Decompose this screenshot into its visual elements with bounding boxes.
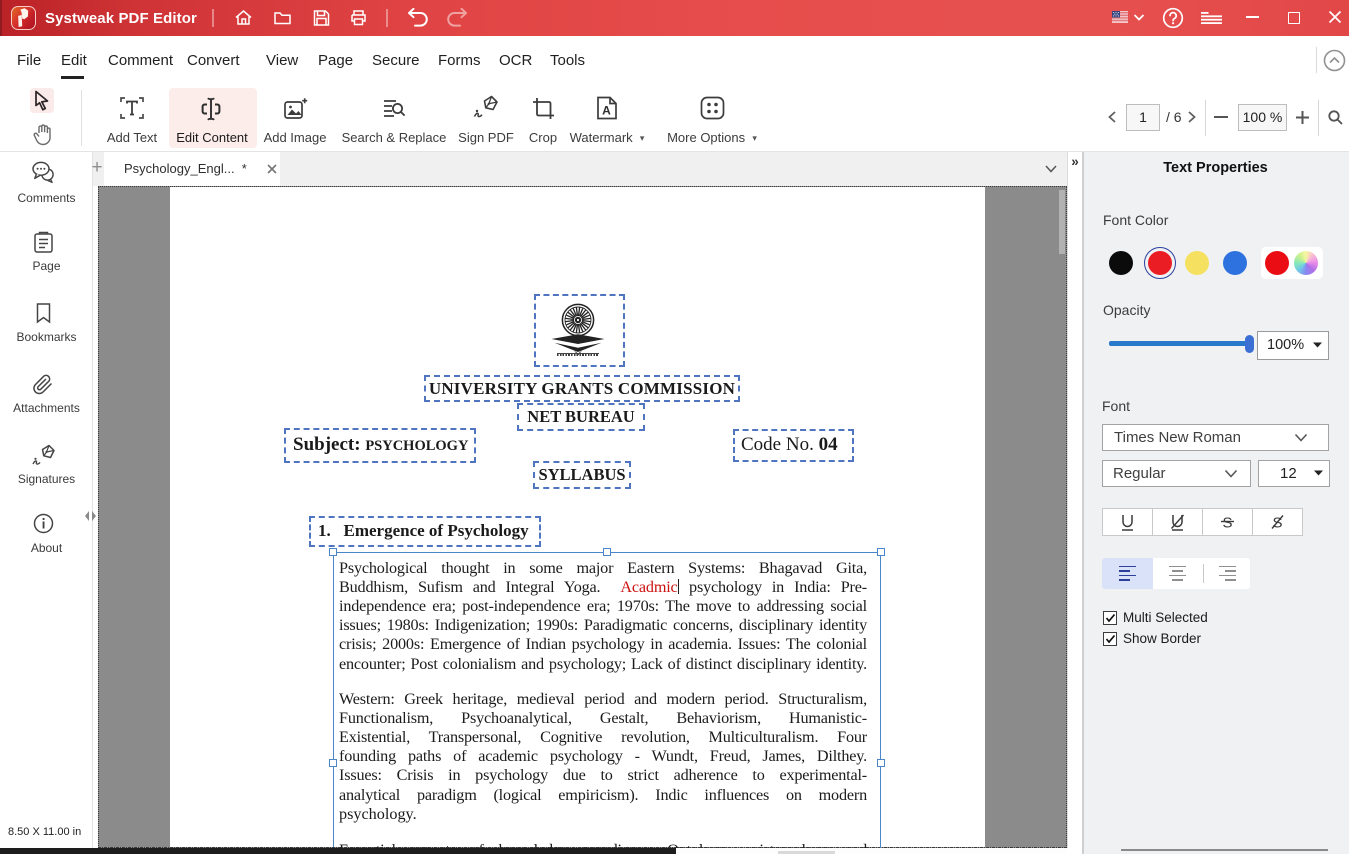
svg-text:S: S xyxy=(1222,515,1232,532)
svg-text:A: A xyxy=(602,104,611,118)
